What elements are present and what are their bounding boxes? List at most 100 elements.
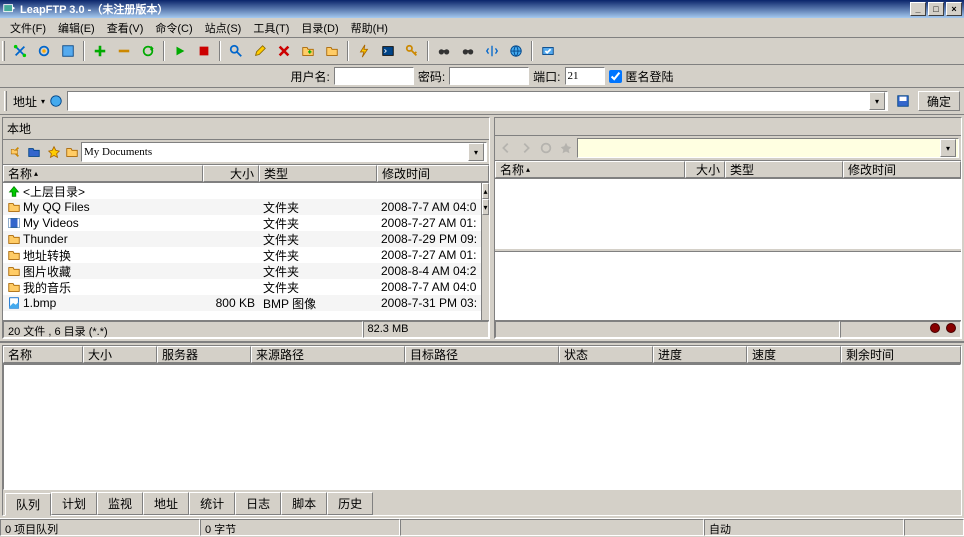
gear-icon[interactable] [33, 40, 55, 62]
col-dst[interactable]: 目标路径 [405, 346, 559, 363]
folder-icon [7, 280, 21, 294]
col-mtime[interactable]: 修改时间 [843, 161, 961, 178]
remote-log[interactable] [495, 252, 961, 321]
col-name[interactable]: 名称 ▴ [3, 165, 203, 182]
list-row[interactable]: Thunder 文件夹 2008-7-29 PM 09: [3, 231, 481, 247]
scroll-down-icon[interactable]: ▾ [482, 199, 489, 215]
terminal-icon[interactable] [377, 40, 399, 62]
tab-address[interactable]: 地址 [143, 492, 189, 515]
remote-file-list[interactable] [495, 179, 961, 248]
save-icon[interactable] [892, 90, 914, 112]
local-status-size: 82.3 MB [363, 321, 490, 338]
menu-tools[interactable]: 工具(T) [247, 18, 295, 38]
col-name[interactable]: 名称 ▴ [495, 161, 685, 178]
col-server[interactable]: 服务器 [157, 346, 251, 363]
play-icon[interactable] [169, 40, 191, 62]
menu-view[interactable]: 查看(V) [101, 18, 150, 38]
key-icon[interactable] [401, 40, 423, 62]
col-remain[interactable]: 剩余时间 [841, 346, 961, 363]
menu-file[interactable]: 文件(F) [4, 18, 52, 38]
menu-command[interactable]: 命令(C) [149, 18, 198, 38]
col-size[interactable]: 大小 [203, 165, 259, 182]
globe-icon[interactable] [505, 40, 527, 62]
local-path-select[interactable]: My Documents ▾ [81, 142, 487, 162]
tab-log[interactable]: 日志 [235, 492, 281, 515]
col-type[interactable]: 类型 [725, 161, 843, 178]
binoculars2-icon[interactable] [457, 40, 479, 62]
connection-bar: 用户名: 密码: 端口: 匿名登陆 [0, 65, 964, 88]
menu-dir[interactable]: 目录(D) [295, 18, 344, 38]
local-file-list[interactable]: <上层目录> My QQ Files 文件夹 2008-7-7 AM 04:0 … [3, 183, 489, 320]
compare-icon[interactable] [481, 40, 503, 62]
col-size[interactable]: 大小 [83, 346, 157, 363]
stop-icon[interactable] [193, 40, 215, 62]
up-arrow-icon [7, 184, 21, 198]
chevron-down-icon[interactable]: ▾ [869, 92, 885, 110]
connect-icon[interactable] [9, 40, 31, 62]
tab-queue[interactable]: 队列 [5, 493, 51, 516]
sites-icon[interactable] [57, 40, 79, 62]
back-icon[interactable] [5, 143, 23, 161]
list-row[interactable]: My Videos 文件夹 2008-7-27 AM 01: [3, 215, 481, 231]
minimize-button[interactable]: _ [910, 2, 926, 16]
menu-help[interactable]: 帮助(H) [345, 18, 394, 38]
bolt-icon[interactable] [353, 40, 375, 62]
close-button[interactable]: × [946, 2, 962, 16]
col-size[interactable]: 大小 [685, 161, 725, 178]
list-row[interactable]: 地址转换 文件夹 2008-7-27 AM 01: [3, 247, 481, 263]
remote-path-select[interactable]: ▾ [577, 138, 959, 158]
tab-script[interactable]: 脚本 [281, 492, 327, 515]
image-file-icon [7, 296, 21, 310]
password-input[interactable] [449, 67, 529, 85]
minus-icon[interactable] [113, 40, 135, 62]
col-src[interactable]: 来源路径 [251, 346, 405, 363]
folder-icon [7, 248, 21, 262]
queue-list[interactable] [3, 364, 961, 490]
tab-stats[interactable]: 统计 [189, 492, 235, 515]
col-mtime[interactable]: 修改时间 [377, 165, 489, 182]
tab-history[interactable]: 历史 [327, 492, 373, 515]
col-type[interactable]: 类型 [259, 165, 377, 182]
col-progress[interactable]: 进度 [653, 346, 747, 363]
folder-icon [65, 145, 79, 159]
title-bar: LeapFTP 3.0 -（未注册版本） _ □ × [0, 0, 964, 18]
anonymous-checkbox[interactable] [609, 70, 622, 83]
edit-icon[interactable] [249, 40, 271, 62]
list-row-up[interactable]: <上层目录> [3, 183, 481, 199]
address-input[interactable]: ▾ [67, 91, 888, 111]
forward-icon[interactable] [25, 143, 43, 161]
col-name[interactable]: 名称 [3, 346, 83, 363]
delete-icon[interactable] [273, 40, 295, 62]
newfolder-icon[interactable] [297, 40, 319, 62]
local-list-header: 名称 ▴ 大小 类型 修改时间 [3, 165, 489, 183]
scrollbar[interactable]: ▴ ▾ [481, 183, 489, 320]
local-pane: 本地 My Documents ▾ 名称 ▴ 大小 类型 修改时间 [2, 117, 490, 339]
refresh-icon [537, 139, 555, 157]
ok-button[interactable]: 确定 [918, 91, 960, 111]
list-row[interactable]: 我的音乐 文件夹 2008-7-7 AM 04:0 [3, 279, 481, 295]
plus-icon[interactable] [89, 40, 111, 62]
col-speed[interactable]: 速度 [747, 346, 841, 363]
menu-site[interactable]: 站点(S) [199, 18, 248, 38]
menu-edit[interactable]: 编辑(E) [52, 18, 101, 38]
col-status[interactable]: 状态 [559, 346, 653, 363]
list-row[interactable]: My QQ Files 文件夹 2008-7-7 AM 04:0 [3, 199, 481, 215]
anonymous-label: 匿名登陆 [626, 68, 674, 85]
list-row[interactable]: 图片收藏 文件夹 2008-8-4 AM 04:2 [3, 263, 481, 279]
binoculars-icon[interactable] [433, 40, 455, 62]
list-row[interactable]: 1.bmp 800 KB BMP 图像 2008-7-31 PM 03: [3, 295, 481, 311]
scroll-up-icon[interactable]: ▴ [482, 183, 489, 199]
chevron-down-icon[interactable]: ▾ [940, 139, 956, 157]
openfolder-icon[interactable] [321, 40, 343, 62]
chevron-down-icon[interactable]: ▾ [468, 143, 484, 161]
refresh-icon[interactable] [137, 40, 159, 62]
check-icon[interactable] [537, 40, 559, 62]
port-input[interactable] [565, 67, 605, 85]
search-icon[interactable] [225, 40, 247, 62]
tab-plan[interactable]: 计划 [51, 492, 97, 515]
queue-tabs: 队列 计划 监视 地址 统计 日志 脚本 历史 [3, 490, 961, 515]
maximize-button[interactable]: □ [928, 2, 944, 16]
tab-monitor[interactable]: 监视 [97, 492, 143, 515]
username-input[interactable] [334, 67, 414, 85]
favorites-icon[interactable] [45, 143, 63, 161]
